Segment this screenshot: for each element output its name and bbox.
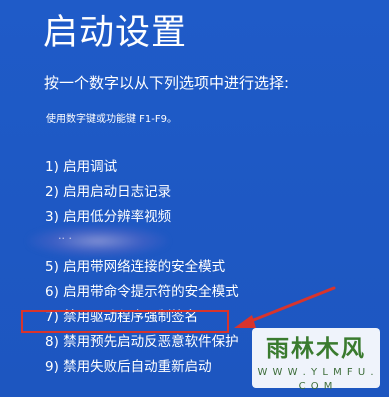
highlight-box [21, 310, 229, 333]
watermark-url: W W W . Y L M F U . C O M [257, 367, 375, 392]
watermark-name: 雨林木风 [266, 335, 366, 362]
option-enable-boot-logging[interactable]: 2) 启用启动日志记录 [45, 180, 239, 205]
instruction-text: 按一个数字以从下列选项中进行选择: [44, 74, 290, 92]
page-title: 启动设置 [43, 13, 188, 53]
option-disable-auto-restart-on-failure[interactable]: 9) 禁用失败后自动重新启动 [45, 355, 239, 380]
blurred-text-fragment: ·· · [58, 232, 72, 245]
option-disable-early-launch-antimalware[interactable]: 8) 禁用预先启动反恶意软件保护 [45, 330, 239, 355]
option-safe-mode-networking[interactable]: 5) 启用带网络连接的安全模式 [45, 255, 239, 280]
blurred-overlay [28, 225, 168, 257]
option-safe-mode-command-prompt[interactable]: 6) 启用带命令提示符的安全模式 [45, 280, 239, 305]
watermark-logo: 雨林木风 W W W . Y L M F U . C O M [252, 328, 380, 392]
startup-settings-screen: 启动设置 按一个数字以从下列选项中进行选择: 使用数字键或功能键 F1-F9。 … [0, 0, 389, 397]
hint-text: 使用数字键或功能键 F1-F9。 [46, 114, 178, 125]
option-enable-debugging[interactable]: 1) 启用调试 [45, 155, 239, 180]
startup-options-list: 1) 启用调试 2) 启用启动日志记录 3) 启用低分辨率视频 5) 启用带网络… [45, 155, 239, 380]
